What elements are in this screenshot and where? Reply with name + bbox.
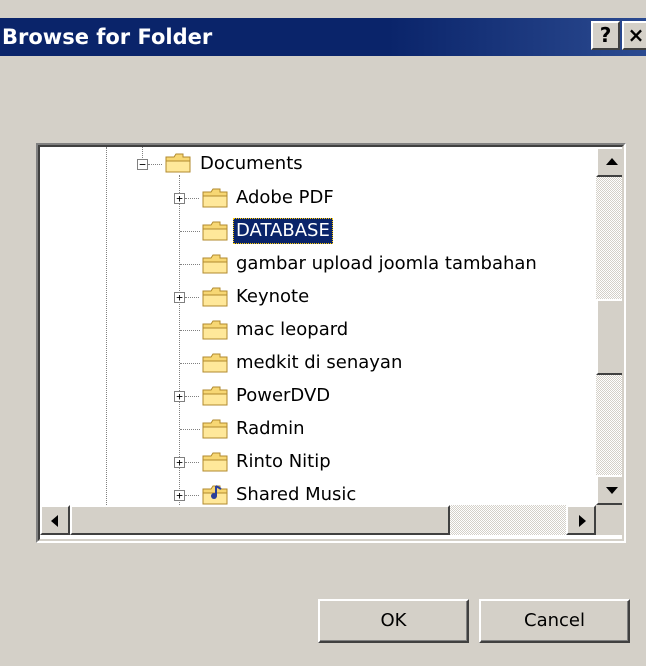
tree-node-label[interactable]: Adobe PDF bbox=[233, 185, 337, 211]
browse-for-folder-dialog: Browse for Folder ? × − Documents + Adobe… bbox=[0, 0, 646, 666]
scrollbar-corner bbox=[596, 505, 622, 535]
tree-node-label[interactable]: PowerDVD bbox=[233, 383, 333, 409]
tree-guide-line bbox=[148, 164, 162, 165]
tree-guide-line bbox=[180, 363, 200, 364]
vertical-scrollbar[interactable] bbox=[596, 147, 622, 505]
tree-node-label[interactable]: Rinto Nitip bbox=[233, 449, 334, 475]
expand-toggle[interactable]: + bbox=[174, 457, 185, 468]
horizontal-scroll-thumb[interactable] bbox=[70, 505, 450, 535]
scroll-down-button[interactable] bbox=[596, 475, 622, 505]
tree-guide-line bbox=[185, 297, 199, 298]
folder-icon bbox=[202, 221, 228, 241]
tree-node-label[interactable]: mac leopard bbox=[233, 317, 351, 343]
expand-toggle[interactable]: + bbox=[174, 292, 185, 303]
cancel-button[interactable]: Cancel bbox=[479, 599, 630, 643]
folder-tree-view[interactable]: − Documents + Adobe PDF DATABASE gambar upl… bbox=[38, 145, 624, 541]
tree-guide-line bbox=[185, 495, 199, 496]
tree-guide-line bbox=[185, 396, 199, 397]
folder-icon bbox=[202, 353, 228, 373]
folder-icon bbox=[202, 188, 228, 208]
folder-open-icon bbox=[165, 153, 191, 173]
scroll-left-button[interactable] bbox=[40, 505, 70, 535]
folder-icon bbox=[202, 452, 228, 472]
expand-toggle[interactable]: + bbox=[174, 193, 185, 204]
tree-node-label[interactable]: medkit di senayan bbox=[233, 350, 405, 376]
tree-node-label[interactable]: Radmin bbox=[233, 416, 308, 442]
tree-guide-line bbox=[180, 231, 200, 232]
scroll-right-button[interactable] bbox=[566, 505, 596, 535]
close-button[interactable]: × bbox=[622, 21, 646, 50]
folder-icon bbox=[202, 386, 228, 406]
folder-icon bbox=[202, 287, 228, 307]
title-bar[interactable]: Browse for Folder ? × bbox=[0, 18, 646, 56]
tree-node-label[interactable]: gambar upload joomla tambahan bbox=[233, 251, 540, 277]
arrow-left-icon bbox=[51, 515, 58, 527]
arrow-down-icon bbox=[606, 487, 618, 494]
folder-icon bbox=[202, 419, 228, 439]
tree-node-label[interactable]: Keynote bbox=[233, 284, 312, 310]
folder-icon bbox=[202, 320, 228, 340]
folder-tree: − Documents + Adobe PDF DATABASE gambar upl… bbox=[40, 147, 596, 505]
horizontal-scrollbar[interactable] bbox=[40, 505, 596, 535]
tree-guide-line bbox=[185, 462, 199, 463]
shared-music-folder-icon bbox=[202, 485, 228, 505]
tree-guide-line bbox=[180, 429, 200, 430]
expand-toggle[interactable]: + bbox=[174, 391, 185, 402]
tree-guide-line bbox=[142, 147, 143, 158]
tree-guide-line bbox=[185, 198, 199, 199]
window-title: Browse for Folder bbox=[2, 25, 213, 49]
tree-node-label[interactable]: Shared Music bbox=[233, 482, 359, 505]
collapse-toggle[interactable]: − bbox=[137, 159, 148, 170]
tree-node-documents[interactable]: Documents bbox=[197, 151, 306, 177]
folder-icon bbox=[202, 254, 228, 274]
help-button[interactable]: ? bbox=[591, 21, 620, 50]
tree-node-label[interactable]: DATABASE bbox=[233, 218, 333, 244]
expand-toggle[interactable]: + bbox=[174, 490, 185, 501]
folder-tree-frame: − Documents + Adobe PDF DATABASE gambar upl… bbox=[36, 143, 626, 543]
tree-guide-line bbox=[106, 147, 107, 505]
vertical-scroll-thumb[interactable] bbox=[596, 299, 622, 376]
ok-button[interactable]: OK bbox=[318, 599, 469, 643]
arrow-up-icon bbox=[606, 158, 618, 165]
tree-guide-line bbox=[180, 264, 200, 265]
arrow-right-icon bbox=[579, 515, 586, 527]
scroll-up-button[interactable] bbox=[596, 147, 622, 177]
tree-guide-line bbox=[180, 330, 200, 331]
